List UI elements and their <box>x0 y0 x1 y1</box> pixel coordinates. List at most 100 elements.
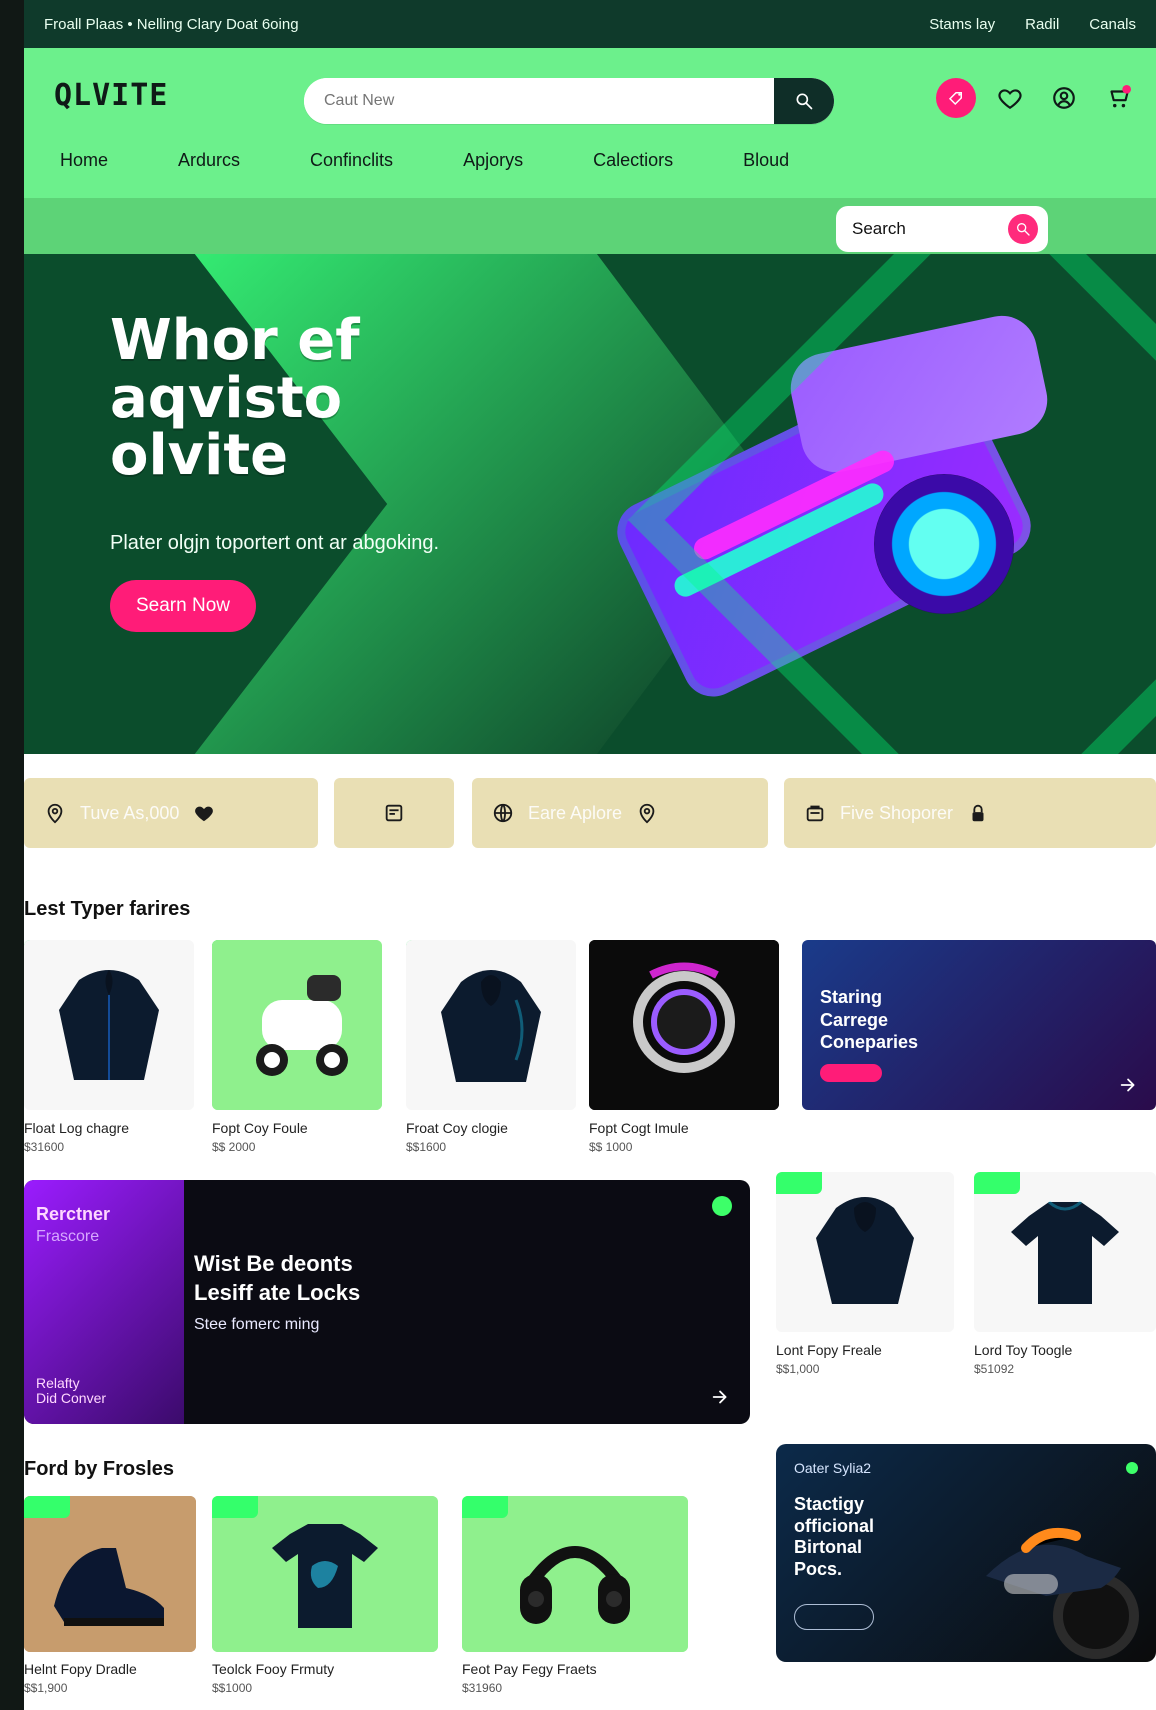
nav-5[interactable]: Bloud <box>743 150 789 171</box>
promo-card[interactable]: Staring Carrege Coneparies <box>802 940 1156 1110</box>
feature-banner-left-small: Relafty Did Conver <box>36 1375 107 1407</box>
pill-1-text: Tuve As,000 <box>80 802 180 823</box>
feature-banner-left-title: Rerctner <box>36 1204 111 1224</box>
featured-title-2: Teolck Fooy Frmuty <box>212 1661 335 1677</box>
hero-banner: Whor ef aqvisto olvite Plater olgjn topo… <box>24 254 1156 754</box>
wishlist-button[interactable] <box>990 78 1030 118</box>
boot-image <box>24 1496 196 1652</box>
product-title-3: Froat Coy clogie <box>406 1120 508 1136</box>
header-icons <box>936 78 1138 118</box>
search-input[interactable] <box>304 78 834 124</box>
section-title-featured: Ford by Frosles <box>24 1458 175 1480</box>
share-icon[interactable] <box>1118 1074 1140 1096</box>
hero-title-line-2: aqvisto <box>110 365 343 431</box>
featured-title-1: Helnt Fopy Dradle <box>24 1661 137 1677</box>
featured-card-3[interactable] <box>462 1496 688 1652</box>
device-body <box>607 351 1041 707</box>
location-pin-icon <box>636 802 658 824</box>
feature-banner-title: Wist Be deonts Lesiff ate Locks <box>194 1251 361 1305</box>
user-icon <box>1053 87 1075 109</box>
cart-button[interactable] <box>1098 78 1138 118</box>
product-card-2[interactable] <box>212 940 382 1110</box>
location-pin-icon <box>44 802 66 824</box>
main-nav: Home Ardurcs Confinclits Apjorys Calecti… <box>60 150 789 171</box>
product-card-1[interactable] <box>24 940 194 1110</box>
product-tag <box>24 1496 70 1518</box>
promo-card-title: Staring Carrege Coneparies <box>820 986 918 1054</box>
product-tag <box>212 1496 258 1518</box>
mini-product-card-1[interactable] <box>776 1172 954 1332</box>
globe-icon <box>492 802 514 824</box>
topbar-link-0[interactable]: Stams lay <box>929 16 995 33</box>
topbar-link-1[interactable]: Radil <box>1025 16 1059 33</box>
mini-product-title-2: Lord Toy Toogle <box>974 1342 1073 1358</box>
nav-home[interactable]: Home <box>60 150 108 171</box>
cart-icon <box>1110 85 1131 108</box>
promo-card-title-text: Staring Carrege Coneparies <box>820 987 919 1052</box>
feature-banner[interactable]: Rerctner Frascore Relafty Did Conver Wis… <box>24 1180 750 1424</box>
featured-price-1: $$1,900 <box>24 1681 68 1695</box>
secondary-promo-button[interactable] <box>794 1604 874 1630</box>
secondary-promo[interactable]: Oater Sylia2 Stactigy officional Birtona… <box>776 1444 1156 1662</box>
featured-price-2: $$1000 <box>212 1681 253 1695</box>
search-bar <box>304 78 834 124</box>
hero-title-line-1: Whor ef <box>110 308 360 373</box>
product-card-3[interactable] <box>406 940 576 1110</box>
heart-icon <box>998 89 1022 110</box>
pill-4-text: Five Shoporer <box>840 802 954 823</box>
header: QLVITE Caut New Home Ardurcs Confinclits… <box>24 48 1156 198</box>
secondary-promo-title: Stactigy officional Birtonal Pocs. <box>794 1494 874 1579</box>
featured-card-1[interactable] <box>24 1496 196 1652</box>
nav-2[interactable]: Confinclits <box>310 150 393 171</box>
jacket-image <box>24 940 194 1110</box>
share-icon[interactable] <box>710 1386 732 1408</box>
store-icon <box>804 802 826 824</box>
lock-icon <box>967 802 989 824</box>
hoodie-image <box>406 940 576 1110</box>
product-tag <box>974 1172 1020 1194</box>
topbar-link-2[interactable]: Canals <box>1089 16 1136 33</box>
search-icon <box>796 93 813 110</box>
pill-3[interactable]: Eare Aplore <box>472 778 768 848</box>
promo-icon-button[interactable] <box>936 78 976 118</box>
featured-card-2[interactable] <box>212 1496 438 1652</box>
device-stripe-teal <box>670 479 888 601</box>
pill-1[interactable]: Tuve As,000 <box>24 778 318 848</box>
feature-banner-subtitle: Stee fomerc ming <box>194 1316 320 1333</box>
topbar-links: Stams lay Radil Canals <box>929 16 1136 33</box>
hero-cta-button[interactable]: Searn Now <box>110 580 256 632</box>
account-button[interactable] <box>1044 78 1084 118</box>
hero-subtitle: Plater olgjn toportert ont ar abgoking. <box>110 532 440 554</box>
product-card-4[interactable] <box>589 940 779 1110</box>
pill-4[interactable]: Five Shoporer <box>784 778 1156 848</box>
mini-product-price-2: $51092 <box>974 1362 1015 1376</box>
search-button[interactable] <box>774 78 834 124</box>
mini-product-card-2[interactable] <box>974 1172 1156 1332</box>
brand-logo[interactable]: QLVITE <box>54 78 168 113</box>
secondary-search[interactable]: Search <box>836 206 1048 252</box>
nav-3[interactable]: Apjorys <box>463 150 523 171</box>
nav-1[interactable]: Ardurcs <box>178 150 240 171</box>
graphic-tshirt-image <box>212 1496 438 1652</box>
pill-2[interactable] <box>334 778 454 848</box>
secondary-search-button[interactable] <box>1008 214 1038 244</box>
status-dot <box>712 1196 732 1216</box>
tag-icon <box>948 92 962 106</box>
featured-price-3: $31960 <box>462 1681 503 1695</box>
feature-pill-row: Tuve As,000 Eare Aplore Five Shoporer <box>24 778 1156 848</box>
page-frame: Froall Plaas • Nelling Clary Doat 6oing … <box>24 0 1156 1710</box>
pill-3-text: Eare Aplore <box>528 802 623 823</box>
device-stripe-magenta <box>690 446 898 564</box>
featured-title-3: Feot Pay Fegy Fraets <box>462 1661 597 1677</box>
secondary-bar: Search <box>24 198 1156 254</box>
headphones-image <box>462 1496 688 1652</box>
device-lens <box>874 474 1014 614</box>
promo-card-button[interactable] <box>820 1064 882 1082</box>
heart-icon <box>193 802 215 824</box>
mini-product-price-1: $$1,000 <box>776 1362 820 1376</box>
gift-card-icon <box>383 802 405 824</box>
nav-4[interactable]: Calectiors <box>593 150 673 171</box>
hoodie-image <box>776 1172 954 1332</box>
hero-title: Whor ef aqvisto olvite <box>110 312 360 485</box>
product-price-3: $$1600 <box>406 1140 447 1154</box>
